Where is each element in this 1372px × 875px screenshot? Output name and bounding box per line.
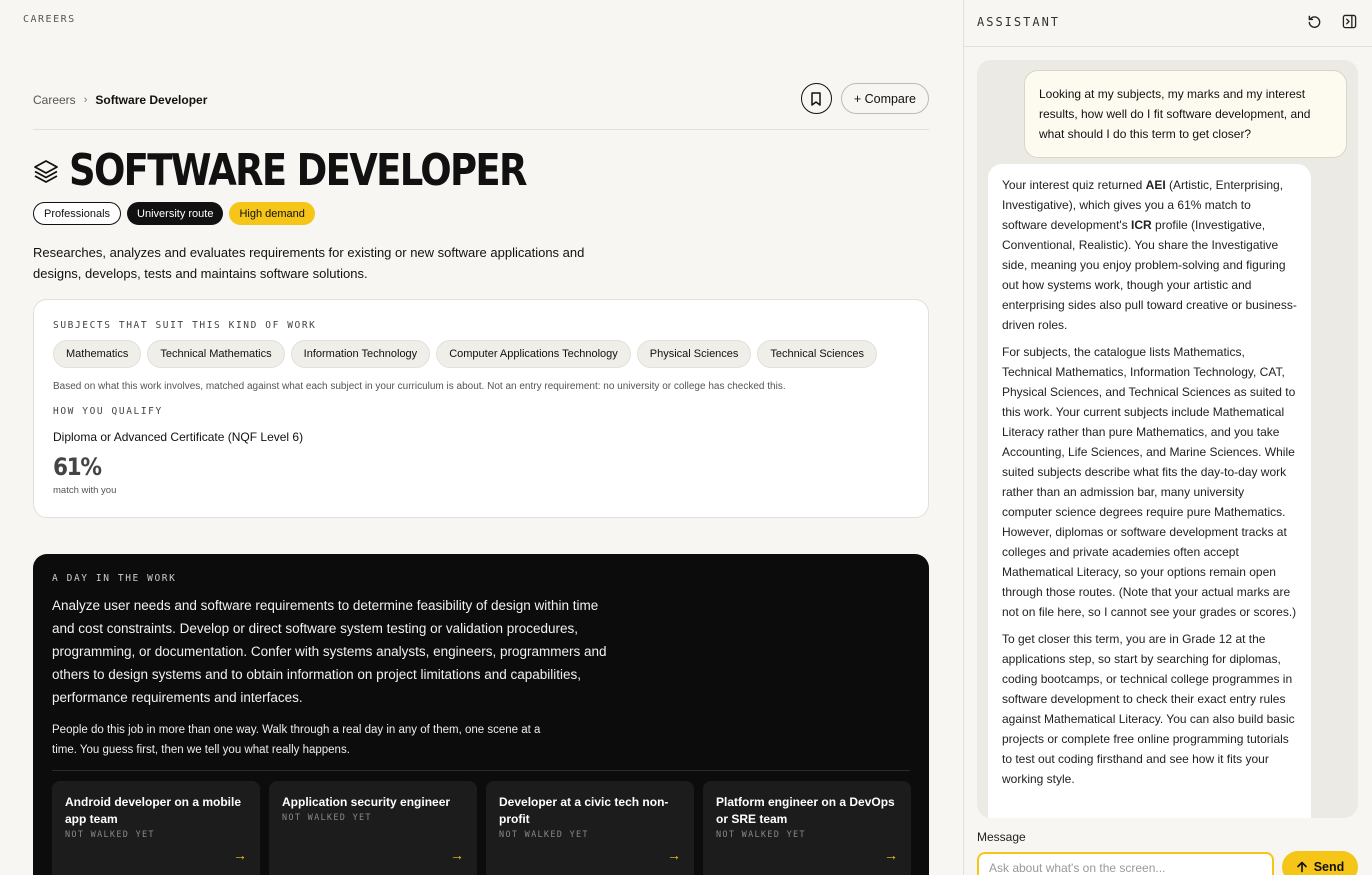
subject-chip[interactable]: Technical Mathematics bbox=[147, 340, 285, 368]
day-intro: People do this job in more than one way.… bbox=[52, 724, 541, 756]
scenario-title: Developer at a civic tech non-profit bbox=[499, 795, 669, 826]
tag-high-demand: High demand bbox=[229, 202, 315, 225]
career-title-row: SOFTWARE DEVELOPER bbox=[33, 145, 613, 196]
day-label: A DAY IN THE WORK bbox=[52, 573, 177, 584]
arrow-right-icon: → bbox=[667, 847, 681, 863]
refresh-icon[interactable] bbox=[1306, 13, 1323, 30]
tag-university-route: University route bbox=[127, 202, 224, 225]
section-label: CAREERS bbox=[23, 14, 76, 25]
scenario-status: NOT WALKED YET bbox=[499, 830, 589, 840]
qualification-text: Diploma or Advanced Certificate (NQF Lev… bbox=[53, 430, 304, 444]
arrow-up-icon bbox=[1296, 861, 1307, 873]
scenario-card[interactable]: Developer at a civic tech non-profit NOT… bbox=[486, 781, 694, 875]
chat-thread[interactable]: Looking at my subjects, my marks and my … bbox=[977, 60, 1358, 818]
scenario-list: Android developer on a mobile app team N… bbox=[52, 781, 911, 875]
day-divider bbox=[52, 770, 910, 771]
scenario-title: Application security engineer bbox=[282, 795, 451, 809]
header-divider bbox=[33, 129, 929, 130]
subjects-label: SUBJECTS THAT SUIT THIS KIND OF WORK bbox=[53, 320, 317, 331]
scenario-status: NOT WALKED YET bbox=[716, 830, 806, 840]
qualify-label: HOW YOU QUALIFY bbox=[53, 406, 163, 417]
scenario-status: NOT WALKED YET bbox=[282, 813, 372, 823]
arrow-right-icon: → bbox=[233, 847, 247, 863]
assistant-title: ASSISTANT bbox=[977, 15, 1061, 29]
bookmark-button[interactable] bbox=[800, 83, 832, 114]
breadcrumb-current: Software Developer bbox=[95, 93, 208, 107]
bookmark-icon bbox=[811, 91, 822, 106]
assistant-message: Your interest quiz returned AEI (Artisti… bbox=[988, 164, 1311, 818]
tag-professionals: Professionals bbox=[33, 202, 122, 225]
day-in-work-panel: A DAY IN THE WORK Analyze user needs and… bbox=[33, 554, 929, 875]
scenario-card[interactable]: Platform engineer on a DevOps or SRE tea… bbox=[703, 781, 911, 875]
scenario-card[interactable]: Application security engineer NOT WALKED… bbox=[269, 781, 477, 875]
career-title: SOFTWARE DEVELOPER bbox=[69, 145, 527, 196]
send-label: Send bbox=[1313, 860, 1345, 874]
message-label: Message bbox=[977, 830, 1026, 844]
breadcrumb: Careers › Software Developer bbox=[33, 93, 207, 107]
scenario-title: Platform engineer on a DevOps or SRE tea… bbox=[716, 795, 895, 826]
subjects-card: SUBJECTS THAT SUIT THIS KIND OF WORK Mat… bbox=[33, 299, 929, 518]
header-actions: + Compare bbox=[800, 83, 929, 114]
career-tags: Professionals University route High dema… bbox=[33, 202, 315, 225]
subject-chip[interactable]: Technical Sciences bbox=[757, 340, 877, 368]
collapse-panel-icon[interactable] bbox=[1341, 13, 1358, 30]
assistant-pane: ASSISTANT Looking at my subjects, my mar… bbox=[964, 0, 1372, 875]
subject-chip[interactable]: Computer Applications Technology bbox=[436, 340, 631, 368]
career-detail-pane: CAREERS Careers › Software Developer + C… bbox=[0, 0, 963, 875]
message-input[interactable] bbox=[977, 852, 1274, 875]
reply-paragraph: To get closer this term, you are in Grad… bbox=[1002, 632, 1295, 786]
subject-chip[interactable]: Mathematics bbox=[53, 340, 142, 368]
scenario-title: Android developer on a mobile app team bbox=[65, 795, 242, 826]
compare-button[interactable]: + Compare bbox=[840, 83, 929, 114]
subject-chip[interactable]: Information Technology bbox=[290, 340, 431, 368]
career-description: Researches, analyzes and evaluates requi… bbox=[33, 245, 585, 281]
arrow-right-icon: → bbox=[884, 847, 898, 863]
match-percent: 61% bbox=[53, 453, 102, 481]
user-message: Looking at my subjects, my marks and my … bbox=[1024, 70, 1347, 158]
subject-chip[interactable]: Physical Sciences bbox=[636, 340, 752, 368]
scenario-card[interactable]: Android developer on a mobile app team N… bbox=[52, 781, 260, 875]
layers-icon bbox=[34, 159, 58, 183]
breadcrumb-separator: › bbox=[83, 94, 88, 106]
scenario-status: NOT WALKED YET bbox=[65, 830, 155, 840]
day-summary: Analyze user needs and software requirem… bbox=[52, 598, 607, 705]
subjects-note: Based on what this work involves, matche… bbox=[53, 381, 786, 392]
match-caption: match with you bbox=[53, 485, 117, 496]
assistant-header: ASSISTANT bbox=[964, 0, 1372, 47]
subject-chips: Mathematics Technical Mathematics Inform… bbox=[53, 340, 877, 368]
reply-paragraph: Your interest quiz returned AEI (Artisti… bbox=[1002, 178, 1297, 332]
send-button[interactable]: Send bbox=[1282, 851, 1358, 875]
arrow-right-icon: → bbox=[450, 847, 464, 863]
breadcrumb-root[interactable]: Careers bbox=[33, 93, 76, 107]
reply-paragraph: For subjects, the catalogue lists Mathem… bbox=[1002, 345, 1297, 619]
